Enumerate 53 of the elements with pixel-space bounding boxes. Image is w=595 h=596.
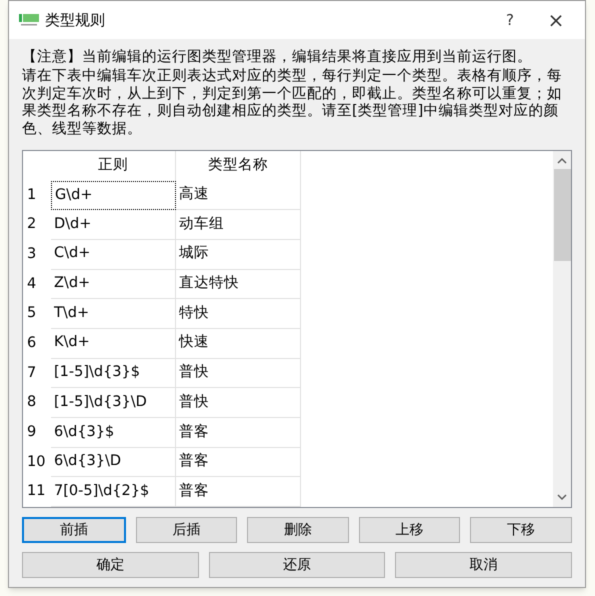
dialog-button[interactable]: 前插 xyxy=(22,517,126,543)
table-cell[interactable]: 普客 xyxy=(176,477,301,507)
table-cell[interactable]: 普快 xyxy=(176,358,301,388)
dialog-button[interactable]: 取消 xyxy=(395,552,572,578)
scrollbar[interactable] xyxy=(553,151,571,507)
table-cell[interactable]: 7[0-5]\d{2}$ xyxy=(51,477,176,507)
window-title: 类型规则 xyxy=(45,10,105,31)
scroll-down-icon[interactable] xyxy=(557,493,567,501)
table-cell[interactable]: K\d+ xyxy=(51,329,176,359)
table-cell[interactable]: 6\d{3}\D xyxy=(51,448,176,478)
table-cell[interactable]: 城际 xyxy=(176,240,301,270)
dialog-button[interactable]: 确定 xyxy=(22,552,199,578)
row-header[interactable]: 3 xyxy=(23,240,51,270)
table-cell[interactable]: 特快 xyxy=(176,299,301,330)
table-cell[interactable]: 快速 xyxy=(176,329,301,359)
dialog-button[interactable]: 下移 xyxy=(470,517,572,543)
dialog-button[interactable]: 还原 xyxy=(208,552,386,578)
row-header[interactable]: 10 xyxy=(23,448,51,478)
close-button[interactable]: × xyxy=(533,5,579,35)
column-header[interactable]: 正则 xyxy=(51,151,176,181)
table-cell[interactable]: 普快 xyxy=(176,388,301,418)
dialog-button[interactable]: 上移 xyxy=(358,517,460,543)
table-cell[interactable]: 高速 xyxy=(176,180,301,210)
scroll-up-icon[interactable] xyxy=(557,157,567,165)
table-cell[interactable]: 动车组 xyxy=(176,210,301,240)
row-header[interactable]: 6 xyxy=(23,329,51,359)
row-header[interactable]: 1 xyxy=(23,180,51,210)
row-header[interactable]: 4 xyxy=(23,270,51,300)
notice-text: 【注意】当前编辑的运行图类型管理器，编辑结果将直接应用到当前运行图。 xyxy=(22,48,533,67)
table-cell[interactable]: 普客 xyxy=(176,418,301,448)
dialog-button[interactable]: 后插 xyxy=(136,517,238,543)
row-header[interactable]: 8 xyxy=(23,388,51,418)
help-button[interactable]: ? xyxy=(487,5,533,35)
app-logo-icon xyxy=(19,12,39,28)
row-header[interactable]: 7 xyxy=(23,358,51,388)
column-header[interactable]: 类型名称 xyxy=(176,151,301,181)
row-header[interactable]: 2 xyxy=(23,210,51,240)
table-cell[interactable]: D\d+ xyxy=(51,210,176,240)
row-header[interactable]: 5 xyxy=(23,299,51,330)
dialog-button[interactable]: 删除 xyxy=(247,517,349,543)
scrollbar-thumb[interactable] xyxy=(554,169,570,261)
row-header[interactable]: 11 xyxy=(23,477,51,507)
row-header[interactable]: 9 xyxy=(23,418,51,448)
table-cell[interactable]: [1-5]\d{3}$ xyxy=(51,358,176,388)
table-cell[interactable]: [1-5]\d{3}\D xyxy=(51,388,176,418)
table-cell[interactable]: 普客 xyxy=(176,448,301,478)
table-cell[interactable]: 6\d{3}$ xyxy=(51,418,176,448)
table-cell[interactable]: Z\d+ xyxy=(51,270,176,300)
table-cell[interactable]: 直达特快 xyxy=(176,270,301,300)
table-cell[interactable]: T\d+ xyxy=(51,299,176,330)
instructions-text: 请在下表中编辑车次正则表达式对应的类型，每行判定一个类型。表格有顺序，每次判定车次时，从上到下，判定到第一个匹配的，即截止。类型名称可以重复；如果类型名称不存在，则自动创建相应的类型。请至[类型管理]中编辑类型对应的颜色、线型等数据。 xyxy=(22,68,563,138)
table-cell[interactable]: G\d+ xyxy=(51,180,176,210)
table-cell[interactable]: C\d+ xyxy=(51,240,176,270)
